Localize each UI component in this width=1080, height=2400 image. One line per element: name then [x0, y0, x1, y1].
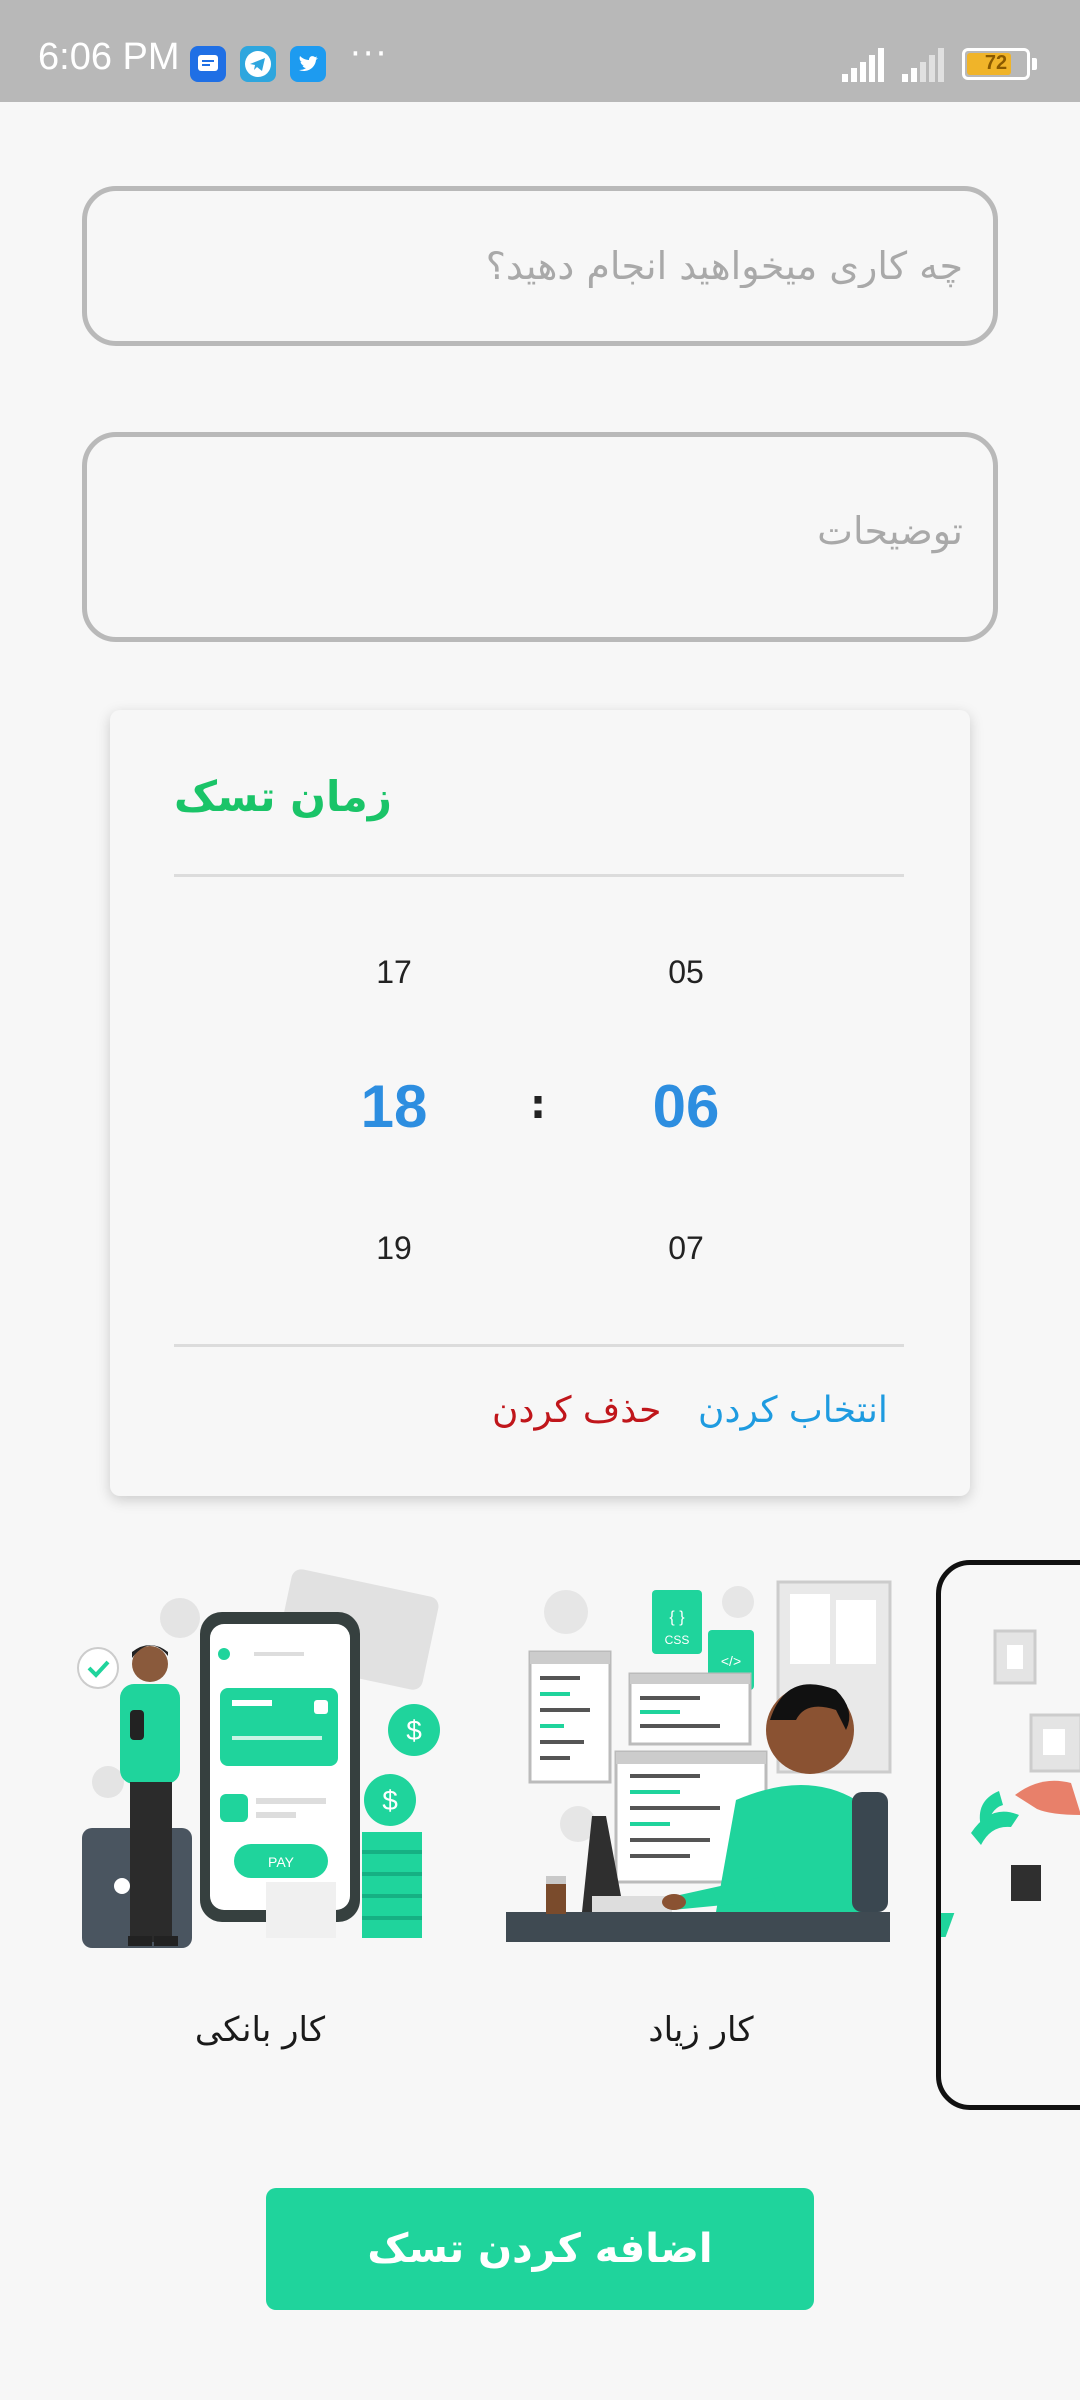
developer-illustration-icon: { } CSS </> — [506, 1580, 892, 1942]
status-time: 6:06 PM — [38, 36, 180, 78]
svg-text:$: $ — [406, 1715, 422, 1746]
task-description-input[interactable] — [87, 437, 993, 637]
add-task-button[interactable]: اضافه کردن تسک — [266, 2188, 814, 2310]
minute-current[interactable]: 06 — [616, 1072, 756, 1141]
hour-prev[interactable]: 17 — [324, 954, 464, 991]
svg-text:{ }: { } — [669, 1609, 685, 1626]
category-label-busy: کار زیاد — [648, 2010, 754, 2050]
task-description-field-box — [82, 432, 998, 642]
svg-text:CSS: CSS — [665, 1633, 690, 1647]
svg-text:</>: </> — [721, 1653, 741, 1669]
hour-current[interactable]: 18 — [324, 1072, 464, 1141]
time-picker-card: زمان تسک 17 18 19 : 05 06 07 انتخاب کردن… — [110, 710, 970, 1496]
category-card-plants[interactable] — [853, 1560, 1080, 2110]
divider-top — [174, 874, 904, 877]
category-card-banking[interactable]: PAY $ $ کار بانکی — [70, 1560, 450, 2110]
battery-tip — [1032, 58, 1037, 70]
task-title-input[interactable] — [87, 191, 993, 341]
signal-icon — [842, 48, 884, 82]
battery-level: 72 — [984, 52, 1008, 74]
battery-icon: 72 — [962, 48, 1030, 80]
divider-bottom — [174, 1344, 904, 1347]
task-title-field-box — [82, 186, 998, 346]
minute-prev[interactable]: 05 — [616, 954, 756, 991]
signal-icon-2 — [902, 48, 944, 82]
minute-next[interactable]: 07 — [616, 1230, 756, 1267]
banking-illustration-icon: PAY $ $ — [77, 1569, 440, 1948]
delete-time-button[interactable]: حذف کردن — [492, 1390, 661, 1431]
category-label-banking: کار بانکی — [194, 2010, 326, 2050]
time-picker-title: زمان تسک — [174, 772, 392, 821]
category-card-busy[interactable]: { } CSS </> کار زیاد — [506, 1560, 896, 2110]
hour-next[interactable]: 19 — [324, 1230, 464, 1267]
twitter-icon — [290, 46, 326, 82]
more-notifications-icon: ··· — [350, 34, 389, 74]
svg-text:$: $ — [382, 1785, 398, 1816]
plants-illustration-icon — [853, 1629, 1080, 1937]
telegram-icon — [240, 46, 276, 82]
status-bar: 6:06 PM ··· 72 — [0, 0, 1080, 102]
svg-text:PAY: PAY — [268, 1854, 295, 1870]
messages-icon — [190, 46, 226, 82]
select-time-button[interactable]: انتخاب کردن — [698, 1390, 888, 1431]
time-separator: : — [530, 1082, 546, 1128]
